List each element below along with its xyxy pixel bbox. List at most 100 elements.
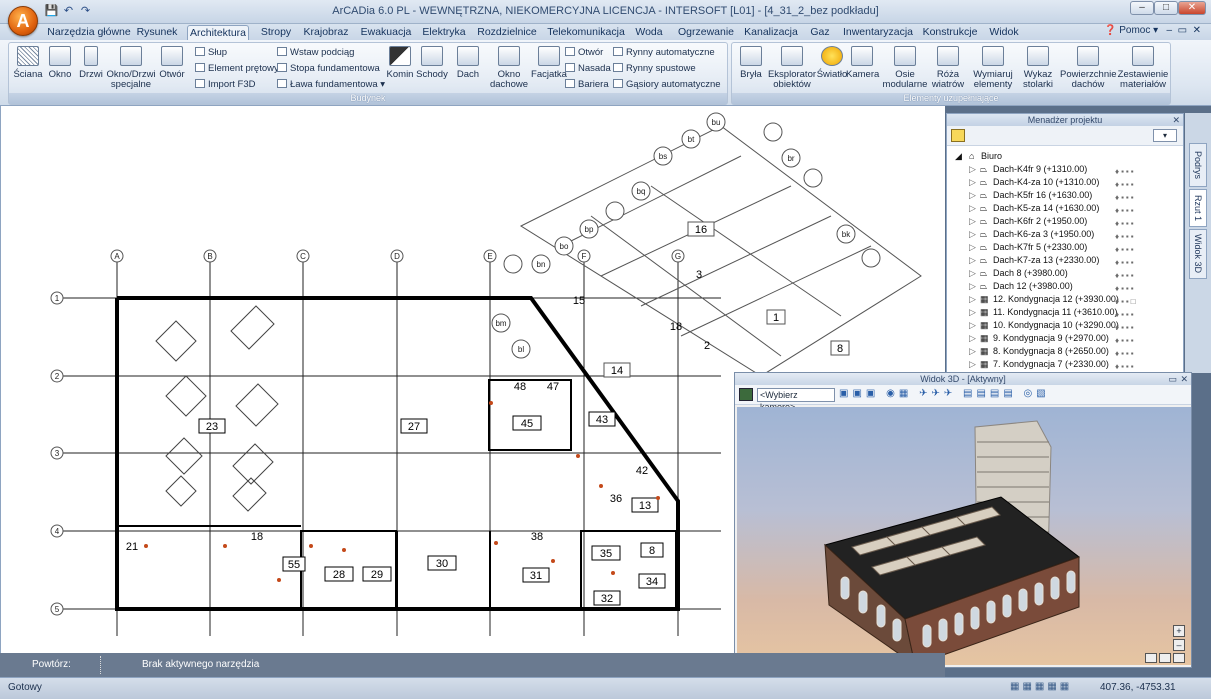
otwor-button[interactable]: Otwór xyxy=(157,46,187,80)
okno-dachowe-button[interactable]: Okno dachowe xyxy=(487,46,531,90)
expand-icon[interactable]: ▷ xyxy=(969,215,976,228)
expand-icon[interactable]: ▷ xyxy=(969,332,976,345)
tree-item[interactable]: ▷ ⏢ Dach-K4-za 10 (+1310.00) ♦▪▪▪ xyxy=(947,176,1183,189)
tab-narzedzia-glowne[interactable]: Narzędzia główne xyxy=(44,25,134,40)
wymiaruj-button[interactable]: Wymiaruj elementy xyxy=(970,46,1016,90)
nasada-button[interactable]: Nasada xyxy=(565,63,611,74)
expand-icon[interactable]: ▷ xyxy=(969,267,976,280)
tab-ewakuacja[interactable]: Ewakuacja xyxy=(358,25,414,40)
tab-stropy[interactable]: Stropy xyxy=(256,25,296,40)
wstaw-podciag-button[interactable]: Wstaw podciąg xyxy=(277,47,354,58)
gasiory-button[interactable]: Gąsiory automatyczne xyxy=(613,79,721,90)
bariera-button[interactable]: Bariera xyxy=(565,79,609,90)
panel-close-icon[interactable]: ✕ xyxy=(1172,114,1180,126)
visibility-icons[interactable]: ♦▪▪▪ xyxy=(1115,360,1136,372)
tab-inwentaryzacja[interactable]: Inwentaryzacja xyxy=(840,25,916,40)
tab-rozdzielnice[interactable]: Rozdzielnice xyxy=(476,25,538,40)
tree-item[interactable]: ▷ ▦ 11. Kondygnacja 11 (+3610.00) ♦▪▪▪ xyxy=(947,306,1183,319)
tab-telekomunikacja[interactable]: Telekomunikacja xyxy=(546,25,626,40)
expand-icon[interactable]: ▷ xyxy=(969,228,976,241)
tab-gaz[interactable]: Gaz xyxy=(806,25,834,40)
okno-button[interactable]: Okno xyxy=(45,46,75,80)
expand-icon[interactable]: ▷ xyxy=(969,319,976,332)
pan-icon[interactable] xyxy=(1159,653,1171,663)
orbit-icon[interactable] xyxy=(1145,653,1157,663)
expand-icon[interactable]: ▷ xyxy=(969,241,976,254)
komin-button[interactable]: Komin xyxy=(385,46,415,80)
view-tools-icons[interactable]: ▣▣▣ ◉▦ ✈✈✈ ▤▤▤▤ ◎▧ xyxy=(839,388,1050,399)
fit-view-icon[interactable] xyxy=(1173,653,1185,663)
tree-item[interactable]: ▷ ⏢ Dach 8 (+3980.00) ♦▪▪▪ xyxy=(947,267,1183,280)
okno-drzwi-specjalne-button[interactable]: Okno/Drzwi specjalne xyxy=(105,46,157,90)
tab-woda[interactable]: Woda xyxy=(630,25,668,40)
rynny-automatyczne-button[interactable]: Rynny automatyczne xyxy=(613,47,715,58)
eksplorator-button[interactable]: Eksplorator obiektów xyxy=(766,46,818,90)
osie-modularne-button[interactable]: Osie modularne xyxy=(882,46,928,90)
tab-ogrzewanie[interactable]: Ogrzewanie xyxy=(676,25,736,40)
camera-mode-icon[interactable] xyxy=(739,388,753,401)
expand-icon[interactable]: ▷ xyxy=(969,254,976,267)
drzwi-button[interactable]: Drzwi xyxy=(77,46,105,80)
tab-rzut-1[interactable]: Rzut 1 xyxy=(1189,189,1207,227)
expand-icon[interactable]: ▷ xyxy=(969,358,976,371)
app-logo[interactable]: A xyxy=(8,6,38,36)
expand-icon[interactable]: ▷ xyxy=(969,176,976,189)
tab-krajobraz[interactable]: Krajobraz xyxy=(300,25,352,40)
tree-item[interactable]: ▷ ⏢ Dach-K7-za 13 (+2330.00) ♦▪▪▪ xyxy=(947,254,1183,267)
tab-kanalizacja[interactable]: Kanalizacja xyxy=(740,25,802,40)
stopa-fundamentowa-button[interactable]: Stopa fundamentowa xyxy=(277,63,380,74)
roza-wiatrow-button[interactable]: Róża wiatrów xyxy=(928,46,968,90)
tree-item[interactable]: ▷ ⏢ Dach-K7fr 5 (+2330.00) ♦▪▪▪ xyxy=(947,241,1183,254)
tree-item[interactable]: ▷ ⏢ Dach 12 (+3980.00) ♦▪▪▪ xyxy=(947,280,1183,293)
tree-item[interactable]: ▷ ▦ 7. Kondygnacja 7 (+2330.00) ♦▪▪▪ xyxy=(947,358,1183,371)
bryla-button[interactable]: Bryła xyxy=(736,46,766,80)
expand-icon[interactable]: ▷ xyxy=(969,345,976,358)
expand-icon[interactable]: ▷ xyxy=(969,189,976,202)
tree-item[interactable]: ▷ ⏢ Dach-K5fr 16 (+1630.00) ♦▪▪▪ xyxy=(947,189,1183,202)
dach-button[interactable]: Dach xyxy=(453,46,483,80)
schody-button[interactable]: Schody xyxy=(415,46,449,80)
wykaz-stolarki-button[interactable]: Wykaz stolarki xyxy=(1018,46,1058,90)
tab-elektryka[interactable]: Elektryka xyxy=(420,25,468,40)
expand-icon[interactable]: ▷ xyxy=(969,280,976,293)
minimize-button[interactable]: – xyxy=(1130,1,1154,15)
tab-widok[interactable]: Widok xyxy=(986,25,1022,40)
zestawienie-button[interactable]: Zestawienie materiałów xyxy=(1116,46,1170,90)
expand-icon[interactable]: ▷ xyxy=(969,163,976,176)
folder-icon[interactable] xyxy=(951,129,965,142)
view-3d-scene[interactable]: + – xyxy=(737,407,1191,665)
tab-widok-3d[interactable]: Widok 3D xyxy=(1189,229,1207,279)
close-icon[interactable]: ✕ xyxy=(1180,373,1188,385)
expand-icon[interactable]: ▷ xyxy=(969,306,976,319)
tab-konstrukcje[interactable]: Konstrukcje xyxy=(920,25,980,40)
tree-item[interactable]: ▷ ⏢ Dach-K6-za 3 (+1950.00) ♦▪▪▪ xyxy=(947,228,1183,241)
slup-button[interactable]: Słup xyxy=(195,47,227,58)
swiatlo-button[interactable]: Światło xyxy=(816,46,848,80)
tab-rysunek[interactable]: Rysunek xyxy=(134,25,180,40)
tree-item[interactable]: ▷ ▦ 12. Kondygnacja 12 (+3930.00) ♦▪▪□ xyxy=(947,293,1183,306)
kamera-button[interactable]: Kamera xyxy=(846,46,879,80)
zoom-in-icon[interactable]: + xyxy=(1173,625,1185,637)
tree-item[interactable]: ▷ ⏢ Dach-K5-za 14 (+1630.00) ♦▪▪▪ xyxy=(947,202,1183,215)
expand-icon[interactable]: ▷ xyxy=(969,293,976,306)
restore-icon[interactable]: ▭ xyxy=(1168,373,1177,385)
close-button[interactable]: ✕ xyxy=(1178,1,1206,15)
tab-podrys[interactable]: Podrys xyxy=(1189,143,1207,187)
element-pretowy-button[interactable]: Element prętowy xyxy=(195,63,279,74)
zoom-out-icon[interactable]: – xyxy=(1173,639,1185,651)
collapse-icon[interactable]: ◢ xyxy=(955,150,962,163)
facjatka-button[interactable]: Facjatka xyxy=(531,46,567,80)
camera-select[interactable]: <Wybierz kamerę> xyxy=(757,388,835,412)
powierzchnie-dachow-button[interactable]: Powierzchnie dachów xyxy=(1060,46,1117,90)
expand-icon[interactable]: ▷ xyxy=(969,202,976,215)
sciana-button[interactable]: Ściana xyxy=(11,46,45,80)
import-f3d-button[interactable]: Import F3D xyxy=(195,79,256,90)
mode-toggle-icons[interactable]: ▦▦▦▦▦ xyxy=(1010,681,1098,696)
rynny-spustowe-button[interactable]: Rynny spustowe xyxy=(613,63,696,74)
tree-item[interactable]: ▷ ⏢ Dach-K4fr 9 (+1310.00) ♦▪▪▪ xyxy=(947,163,1183,176)
filter-dropdown-icon[interactable]: ▾ xyxy=(1153,129,1177,142)
tab-architektura[interactable]: Architektura xyxy=(187,25,249,40)
tree-item[interactable]: ▷ ⏢ Dach-K6fr 2 (+1950.00) ♦▪▪▪ xyxy=(947,215,1183,228)
help-menu[interactable]: ❓ Pomoc ▾ – ▭ ✕ xyxy=(1104,25,1201,36)
otwor-small-button[interactable]: Otwór xyxy=(565,47,603,58)
